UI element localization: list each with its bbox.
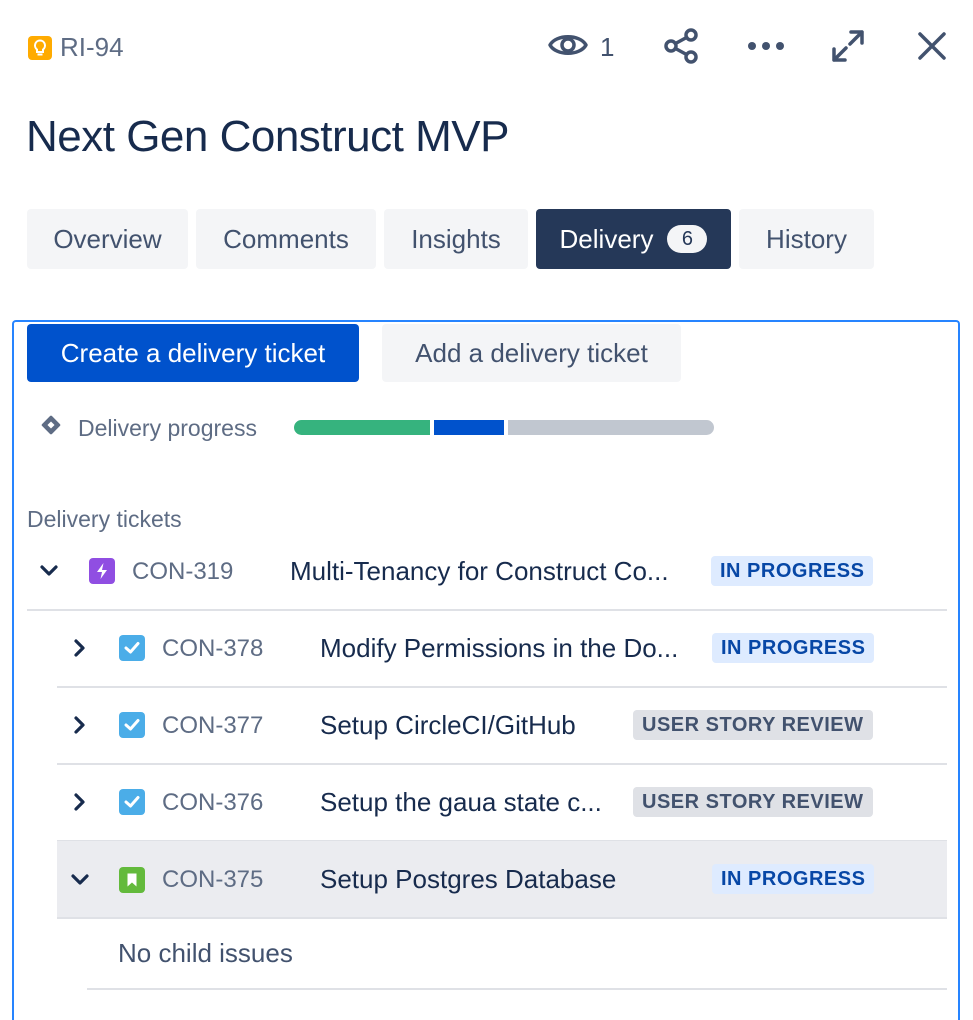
chevron-right-icon[interactable] — [65, 633, 95, 663]
tab-history[interactable]: History — [739, 209, 874, 269]
status-badge: IN PROGRESS — [711, 556, 874, 586]
tab-comments[interactable]: Comments — [196, 209, 376, 269]
ticket-key[interactable]: CON-375 — [162, 866, 263, 894]
ticket-key[interactable]: CON-377 — [162, 712, 263, 740]
ticket-summary[interactable]: Setup the gaua state c... — [320, 787, 620, 818]
ticket-summary[interactable]: Multi-Tenancy for Construct Co... — [290, 556, 700, 587]
progress-label-text: Delivery progress — [78, 414, 257, 441]
expand-icon — [830, 28, 866, 69]
diamond-icon — [38, 412, 64, 444]
progress-in-progress-segment — [433, 420, 504, 435]
checkbox-task-icon — [119, 635, 145, 661]
ticket-key[interactable]: CON-319 — [132, 558, 233, 586]
ticket-summary[interactable]: Modify Permissions in the Do... — [320, 633, 700, 664]
tab-insights[interactable]: Insights — [384, 209, 528, 269]
close-button[interactable] — [910, 26, 954, 70]
tab-label: Overview — [53, 223, 162, 254]
ticket-key[interactable]: CON-378 — [162, 635, 263, 663]
checkbox-task-icon — [119, 789, 145, 815]
tab-label: Delivery — [559, 223, 654, 254]
create-delivery-ticket-button[interactable]: Create a delivery ticket — [27, 324, 359, 382]
chevron-down-icon[interactable] — [65, 865, 95, 895]
checkbox-task-icon — [119, 712, 145, 738]
progress-done-segment — [294, 420, 430, 435]
chevron-right-icon[interactable] — [65, 787, 95, 817]
status-badge: USER STORY REVIEW — [633, 710, 873, 740]
lightbulb-icon — [28, 35, 52, 60]
more-icon — [746, 39, 786, 57]
share-button[interactable] — [660, 26, 704, 70]
delivery-tickets-heading: Delivery tickets — [27, 506, 182, 532]
share-icon — [662, 26, 702, 71]
epic-icon — [89, 558, 115, 584]
chevron-down-icon[interactable] — [34, 556, 64, 586]
tab-label: History — [766, 223, 847, 254]
divider — [87, 988, 947, 990]
issue-key[interactable]: RI-94 — [28, 32, 124, 63]
expand-button[interactable] — [826, 26, 870, 70]
ticket-key[interactable]: CON-376 — [162, 789, 263, 817]
story-bookmark-icon — [119, 867, 145, 893]
status-badge: USER STORY REVIEW — [633, 787, 873, 817]
close-icon — [916, 30, 948, 67]
status-badge: IN PROGRESS — [712, 633, 875, 663]
issue-key-label: RI-94 — [60, 32, 124, 62]
chevron-right-icon[interactable] — [65, 710, 95, 740]
tab-count-badge: 6 — [667, 225, 708, 253]
tab-label: Comments — [223, 223, 349, 254]
watch-count: 1 — [600, 31, 615, 62]
more-actions-button[interactable] — [744, 26, 788, 70]
page-title: Next Gen Construct MVP — [26, 112, 509, 161]
add-delivery-ticket-button[interactable]: Add a delivery ticket — [382, 324, 681, 382]
delivery-progress-label: Delivery progress — [38, 412, 257, 444]
watch-button[interactable]: 1 — [548, 28, 614, 66]
status-badge: IN PROGRESS — [712, 864, 875, 894]
ticket-summary[interactable]: Setup CircleCI/GitHub — [320, 710, 620, 741]
no-child-issues-text: No child issues — [118, 938, 293, 968]
tab-delivery[interactable]: Delivery 6 — [536, 209, 731, 269]
ticket-summary[interactable]: Setup Postgres Database — [320, 864, 700, 895]
eye-icon — [548, 30, 588, 65]
delivery-progress-bar — [294, 420, 714, 435]
tab-label: Insights — [411, 223, 501, 254]
progress-todo-segment — [507, 420, 714, 435]
tab-overview[interactable]: Overview — [27, 209, 188, 269]
